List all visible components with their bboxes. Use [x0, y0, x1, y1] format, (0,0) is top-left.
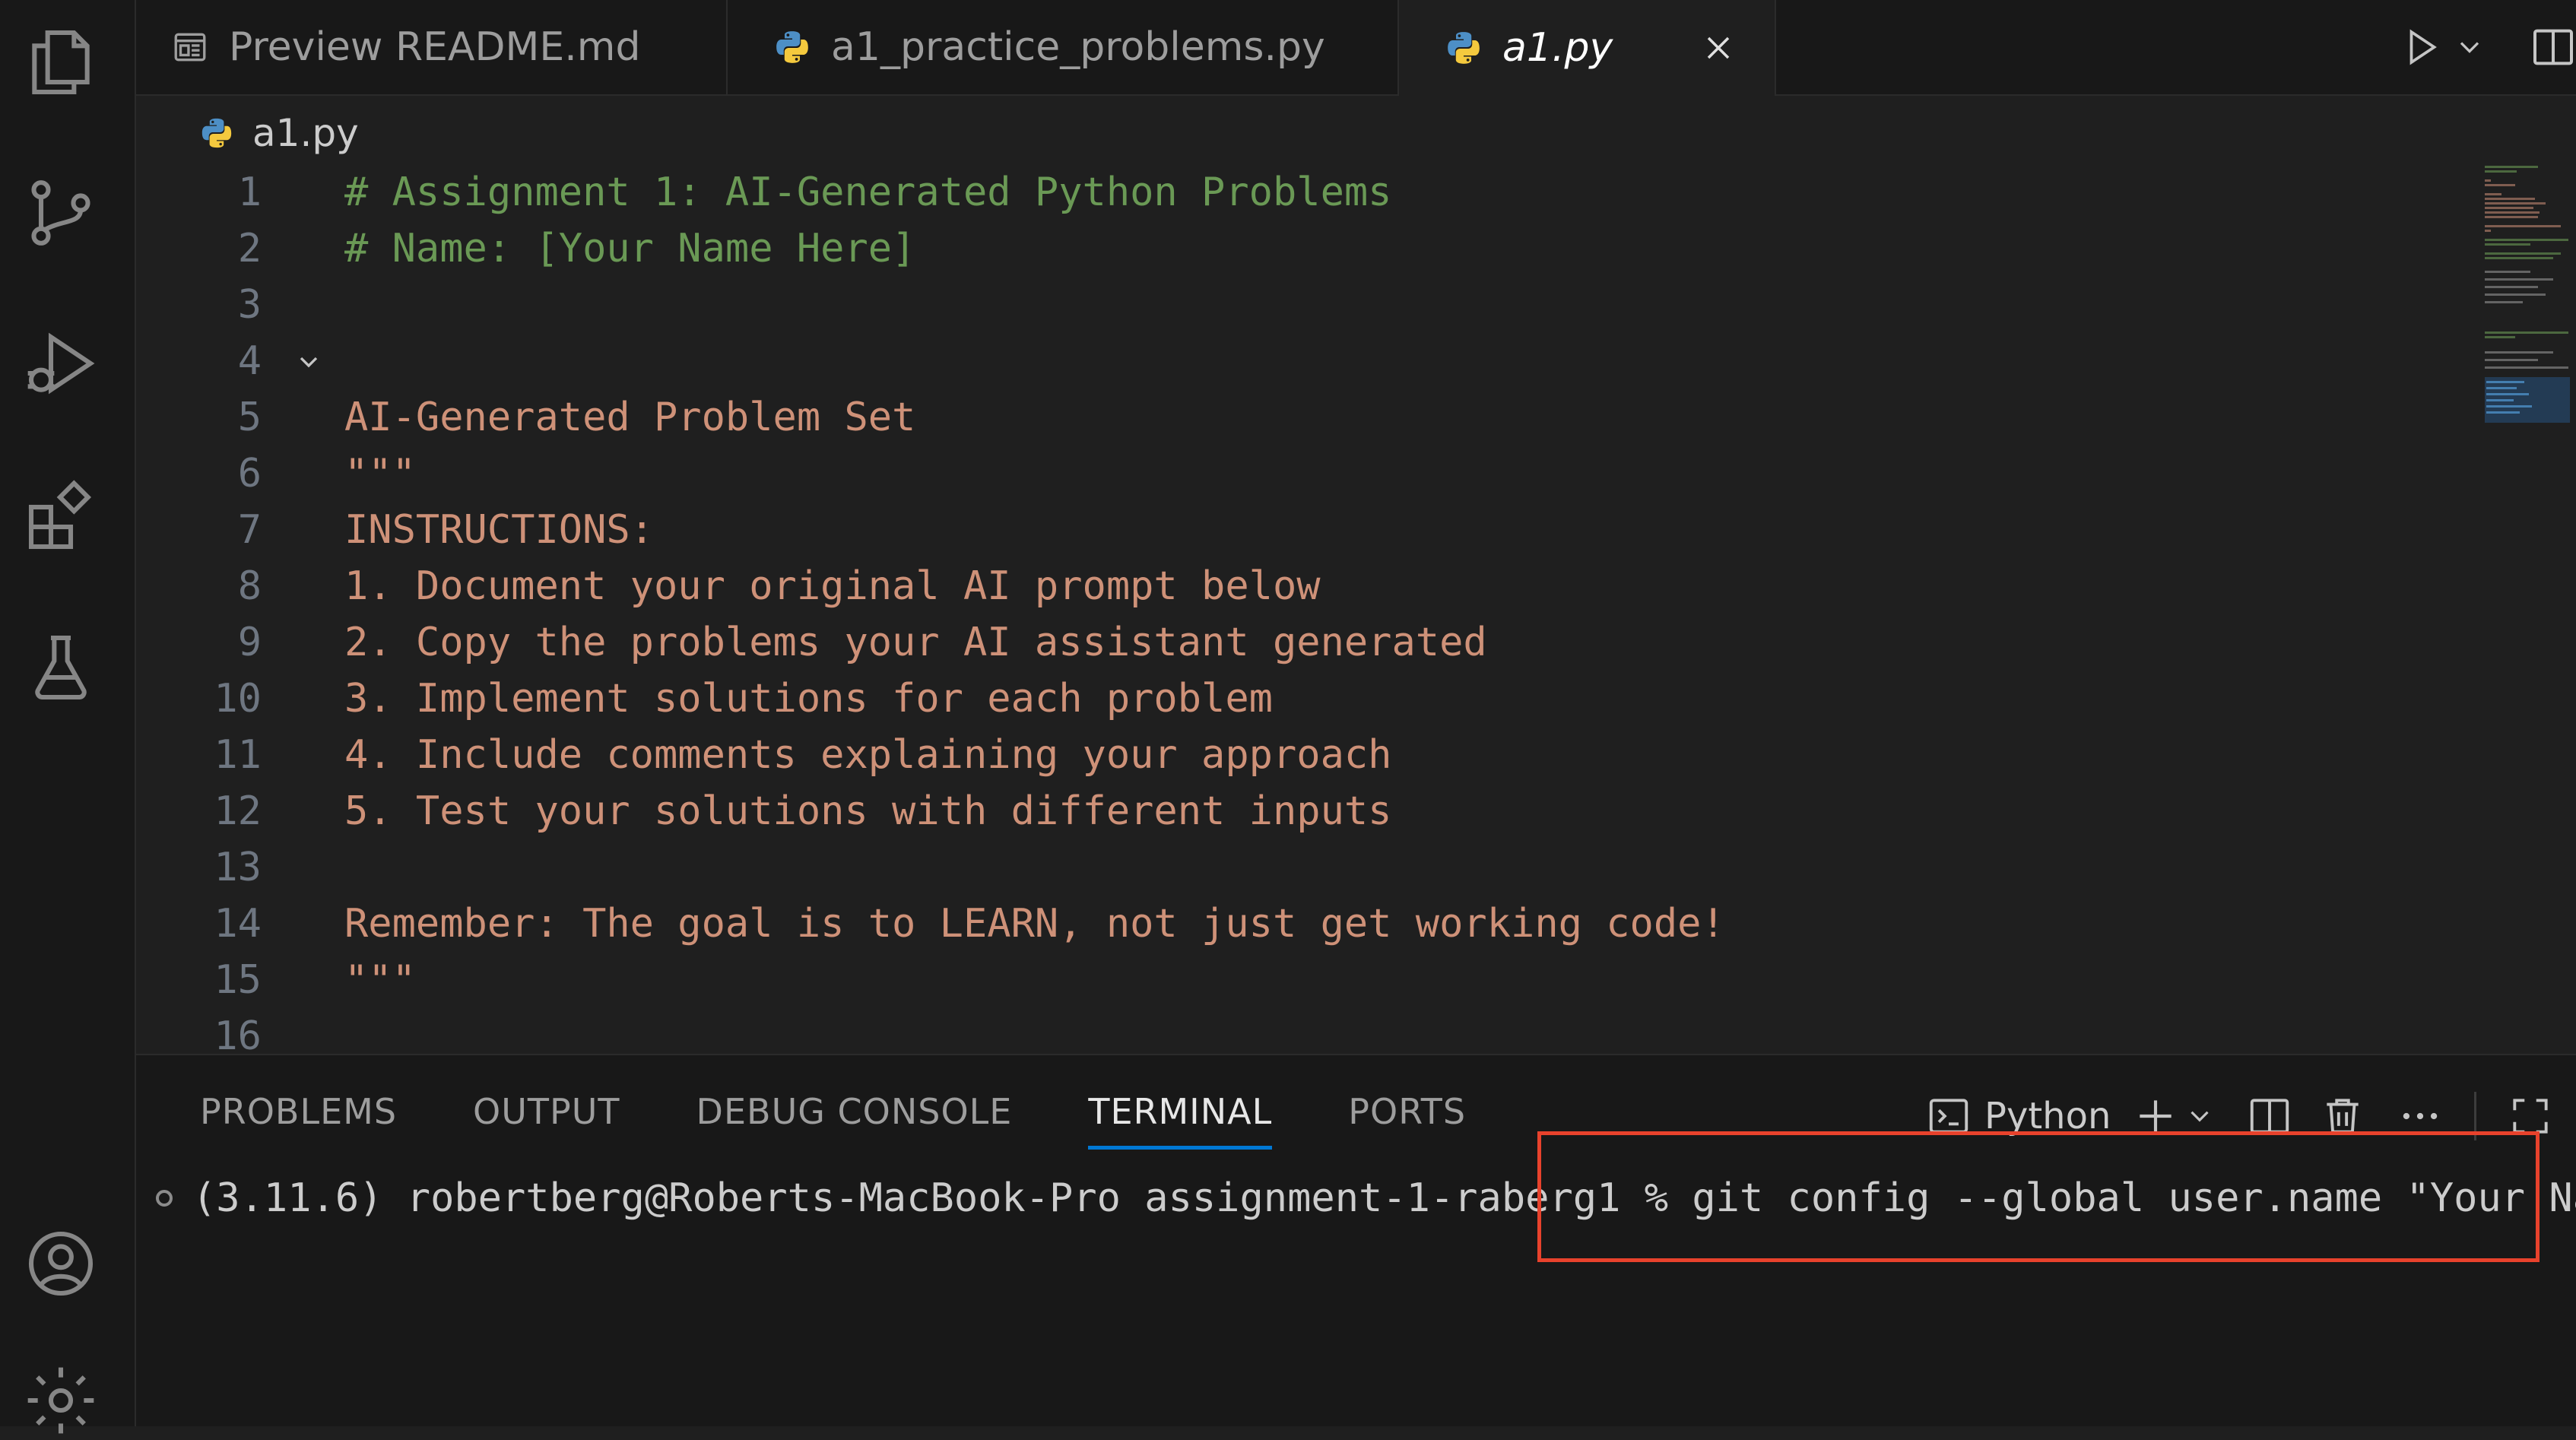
minimap[interactable] [2485, 164, 2570, 453]
code-text: 4. Include comments explaining your appr… [344, 732, 1392, 778]
line-number: 11 [214, 732, 262, 778]
line-number: 4 [237, 338, 262, 384]
tab-a1-practice-problems[interactable]: a1_practice_problems.py [728, 0, 1399, 94]
code-text: 3. Implement solutions for each problem [344, 676, 1273, 722]
line-number: 9 [237, 620, 262, 665]
close-icon[interactable] [1699, 28, 1738, 68]
code-text: # Name: [Your Name Here] [344, 226, 916, 271]
fold-chevron-icon[interactable] [293, 347, 324, 377]
tab-label: Preview README.md [229, 24, 641, 70]
python-icon [1448, 32, 1480, 64]
code-text: """ [344, 957, 416, 1003]
line-number: 13 [214, 845, 262, 890]
line-number: 7 [237, 507, 262, 553]
python-icon [201, 118, 232, 148]
panel-tabs: PROBLEMS OUTPUT DEBUG CONSOLE TERMINAL P… [200, 1081, 1542, 1150]
line-number: 3 [237, 282, 262, 328]
tab-preview-readme[interactable]: Preview README.md [136, 0, 728, 94]
code-text: AI-Generated Problem Set [344, 395, 916, 440]
code-text: INSTRUCTIONS: [344, 507, 654, 553]
code-line: 4 """ [136, 333, 2569, 496]
code-text: Remember: The goal is to LEARN, not just… [344, 901, 1725, 947]
code-text: # Assignment 1: AI-Generated Python Prob… [344, 170, 1392, 215]
settings-gear-icon[interactable] [21, 1361, 100, 1440]
chevron-down-icon[interactable] [2184, 1100, 2216, 1132]
testing-icon[interactable] [21, 628, 100, 707]
line-number: 1 [237, 170, 262, 215]
source-control-icon[interactable] [21, 173, 100, 252]
tab-problems[interactable]: PROBLEMS [200, 1081, 397, 1150]
explorer-icon[interactable] [21, 23, 100, 102]
terminal-prompt: (3.11.6) robertberg@Roberts-MacBook-Pro … [192, 1175, 1669, 1221]
code-editor[interactable]: 1 # Assignment 1: AI-Generated Python Pro… [136, 164, 2569, 1054]
line-number: 15 [214, 957, 262, 1003]
tab-debug-console[interactable]: DEBUG CONSOLE [696, 1081, 1013, 1150]
tab-label: a1.py [1502, 25, 1613, 71]
preview-icon [174, 33, 206, 62]
tab-output[interactable]: OUTPUT [473, 1081, 620, 1150]
breadcrumb-file: a1.py [252, 111, 359, 155]
line-number: 16 [214, 1013, 262, 1054]
highlight-box [1537, 1131, 2540, 1262]
activity-bar [0, 0, 136, 1434]
tab-terminal[interactable]: TERMINAL [1088, 1081, 1273, 1150]
editor-tab-bar: Preview README.md a1_practice_problems.p… [136, 0, 2576, 96]
breadcrumb[interactable]: a1.py [199, 106, 359, 160]
account-icon[interactable] [21, 1224, 100, 1303]
line-number: 14 [214, 901, 262, 947]
line-number: 12 [214, 788, 262, 834]
editor-actions [2398, 0, 2576, 94]
split-editor-icon[interactable] [2529, 23, 2576, 71]
extensions-icon[interactable] [21, 477, 100, 557]
line-number: 6 [237, 451, 262, 496]
code-text: 2. Copy the problems your AI assistant g… [344, 620, 1487, 665]
run-icon[interactable] [2398, 24, 2444, 70]
code-text: 5. Test your solutions with different in… [344, 788, 1392, 834]
line-number: 2 [237, 226, 262, 271]
run-debug-icon[interactable] [21, 324, 100, 403]
python-icon [776, 31, 808, 63]
code-text: """ [344, 451, 416, 496]
tab-label: a1_practice_problems.py [831, 24, 1325, 70]
chevron-down-icon[interactable] [2453, 30, 2486, 64]
line-number: 8 [237, 563, 262, 609]
command-status-icon [156, 1190, 173, 1207]
tab-a1-py[interactable]: a1.py [1399, 0, 1776, 96]
code-text: 1. Document your original AI prompt belo… [344, 563, 1321, 609]
line-number: 10 [214, 676, 262, 722]
tab-ports[interactable]: PORTS [1348, 1081, 1466, 1150]
line-number: 5 [237, 395, 262, 440]
